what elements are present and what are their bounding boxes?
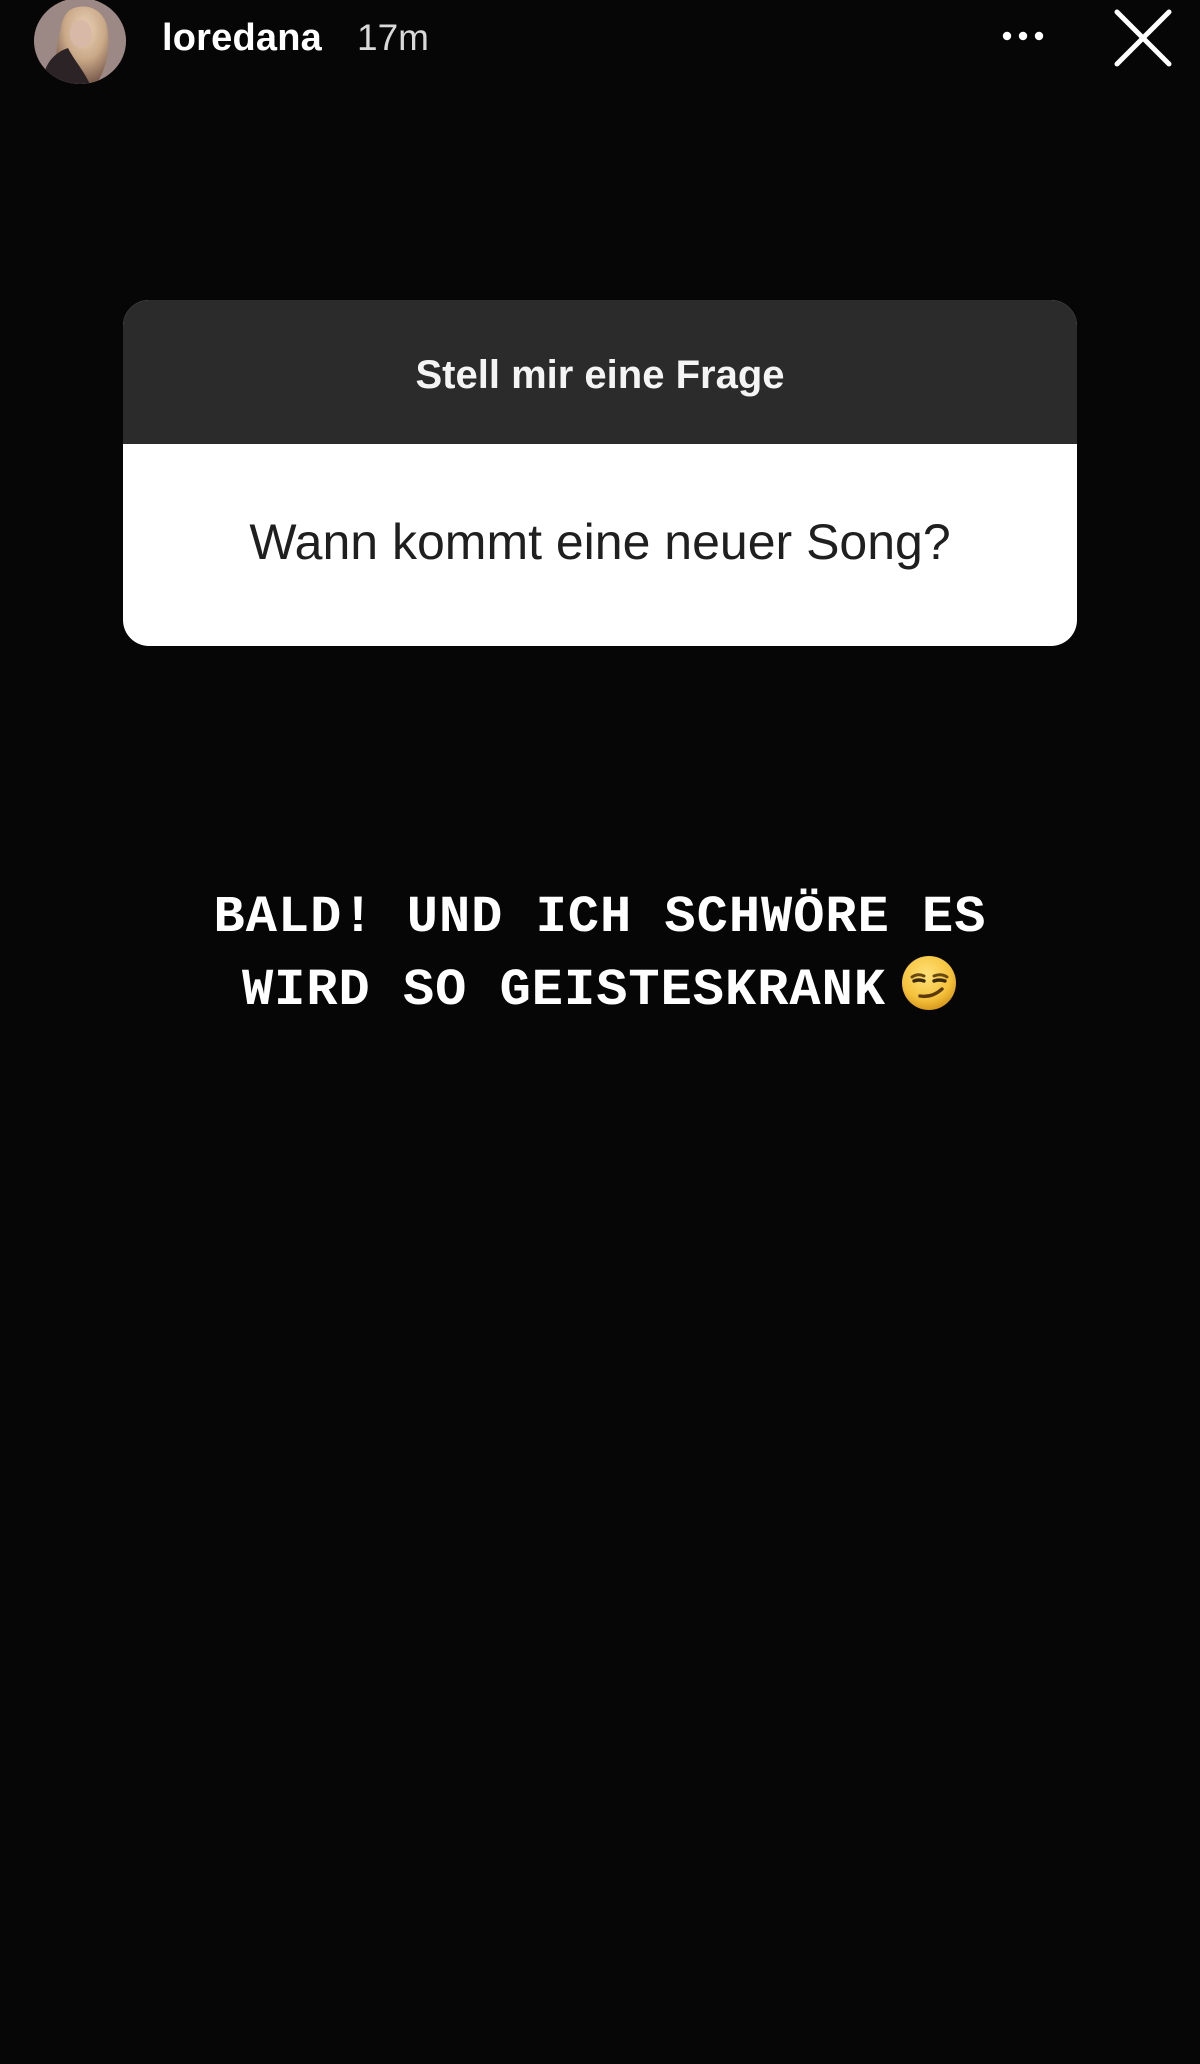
story-viewer[interactable]: loredana 17m Stell mir eine Frage Wann k…	[0, 0, 1200, 2064]
more-options-button[interactable]	[996, 14, 1056, 58]
question-text: Wann kommt eine neuer Song?	[249, 514, 951, 570]
answer-line-2: WIRD SO GEISTESKRANK	[241, 961, 887, 1020]
answer-text: BALD! UND ICH SCHWÖRE ES WIRD SO GEISTES…	[100, 882, 1100, 1027]
question-sticker-header: Stell mir eine Frage	[123, 300, 1077, 444]
username[interactable]: loredana	[162, 16, 322, 60]
question-sticker: Stell mir eine Frage Wann kommt eine neu…	[123, 300, 1077, 646]
answer-line-1: BALD! UND ICH SCHWÖRE ES	[213, 888, 987, 947]
question-sticker-title: Stell mir eine Frage	[415, 352, 785, 397]
question-sticker-body: Wann kommt eine neuer Song?	[123, 444, 1077, 646]
close-icon	[1114, 9, 1172, 67]
smirking-face-emoji	[902, 956, 957, 1010]
more-horizontal-icon	[1002, 31, 1044, 41]
answer-line-2-wrap: WIRD SO GEISTESKRANK	[100, 954, 1100, 1027]
story-timestamp: 17m	[357, 17, 429, 58]
story-header: loredana 17m	[0, 0, 1200, 90]
close-button[interactable]	[1110, 5, 1176, 71]
profile-avatar[interactable]	[34, 0, 126, 84]
avatar-image	[34, 0, 126, 84]
